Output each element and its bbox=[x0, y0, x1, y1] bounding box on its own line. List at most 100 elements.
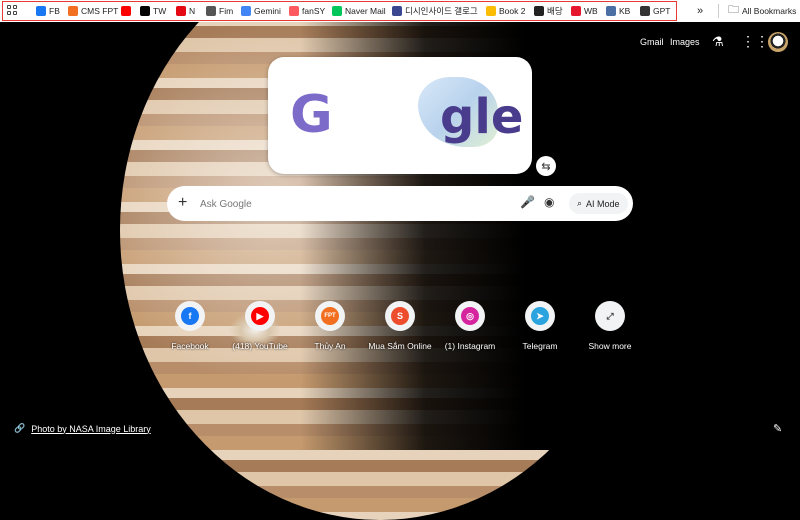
shortcut-icon-circle: ▶ bbox=[245, 301, 275, 331]
shortcut-label: Facebook bbox=[171, 341, 209, 351]
bookmark-label: Gemini bbox=[254, 5, 281, 16]
apps-grid-icon[interactable] bbox=[7, 5, 17, 15]
bookmark-cms-fpt[interactable]: CMS FPT bbox=[68, 2, 118, 19]
add-plus-icon[interactable]: + bbox=[178, 194, 187, 212]
shortcut-tile[interactable]: ◎ (1) Instagram bbox=[435, 301, 505, 351]
gmail-link[interactable]: Gmail bbox=[640, 37, 664, 47]
bookmark-label: N bbox=[189, 5, 196, 16]
bookmark-label: 디시인사이드 갤로그 bbox=[405, 5, 478, 16]
bookmark-label: GPT bbox=[653, 5, 671, 16]
share-doodle-icon[interactable]: ⇆ bbox=[536, 156, 556, 176]
shortcut-label: Mua Sắm Online bbox=[368, 341, 432, 351]
microphone-icon[interactable]: 🎤 bbox=[520, 195, 535, 209]
bookmark-배당[interactable]: 배당 bbox=[534, 2, 563, 19]
globe-icon bbox=[206, 5, 216, 16]
shortcut-label: Telegram bbox=[522, 341, 558, 351]
shortcut-icon-circle: ⤢ bbox=[595, 301, 625, 331]
google-lens-icon[interactable]: ◉ bbox=[544, 195, 554, 209]
bookmark-label: WB bbox=[584, 5, 598, 16]
bookmark-tw[interactable]: TW bbox=[140, 2, 166, 19]
shortcut-icon-circle: f bbox=[175, 301, 205, 331]
shortcut-tile[interactable]: ⤢ Show more bbox=[575, 301, 645, 351]
telegram-icon: ➤ bbox=[531, 307, 549, 325]
bookmark-label: KB bbox=[619, 5, 631, 16]
bookmark-wb[interactable]: WB bbox=[571, 2, 598, 19]
shortcut-icon-circle: S bbox=[385, 301, 415, 331]
weibo-icon bbox=[571, 5, 581, 16]
google-doodle[interactable]: G gle bbox=[268, 57, 532, 174]
shortcut-tile[interactable]: f Facebook bbox=[155, 301, 225, 351]
all-bookmarks-label: All Bookmarks bbox=[742, 5, 797, 16]
ai-search-icon: ⌕ bbox=[577, 198, 583, 208]
shortcut-label: (1) Instagram bbox=[444, 341, 496, 351]
youtube-icon: ▶ bbox=[251, 307, 269, 325]
photo-credit-text: Photo by NASA Image Library bbox=[31, 423, 151, 434]
facebook-icon bbox=[36, 5, 46, 16]
shortcut-icon-circle: ➤ bbox=[525, 301, 555, 331]
bookmark-label: fanSY bbox=[302, 5, 326, 16]
bookmark-gemini[interactable]: Gemini bbox=[241, 2, 281, 19]
shield-icon bbox=[534, 5, 544, 16]
gemini-icon bbox=[241, 5, 251, 16]
bookmark-gpt[interactable]: GPT bbox=[640, 2, 670, 19]
drive-icon bbox=[486, 5, 496, 16]
bookmark-book-2[interactable]: Book 2 bbox=[486, 2, 525, 19]
instagram-icon: ◎ bbox=[461, 307, 479, 325]
bookmark-label: CMS FPT bbox=[81, 5, 119, 16]
bookmark-fansy[interactable]: fanSY bbox=[289, 2, 325, 19]
shortcut-label: (418) YouTube bbox=[232, 341, 288, 351]
shortcut-label: Thủy An bbox=[314, 341, 346, 351]
search-box: + 🎤 ◉ ⌕ AI Mode bbox=[167, 186, 633, 221]
ai-mode-label: AI Mode bbox=[586, 198, 620, 209]
facebook-icon: f bbox=[181, 307, 199, 325]
naver-icon bbox=[332, 5, 342, 16]
fpt-icon: FPT bbox=[321, 307, 339, 325]
bookmark-fb[interactable]: FB bbox=[36, 2, 60, 19]
search-input[interactable] bbox=[198, 195, 482, 214]
all-bookmarks-button[interactable]: 🗀 All Bookmarks bbox=[728, 2, 796, 19]
bookmark-디시인사이드-갤로그[interactable]: 디시인사이드 갤로그 bbox=[392, 2, 478, 19]
customize-pencil-icon[interactable]: ✎ bbox=[773, 422, 782, 435]
account-avatar[interactable] bbox=[768, 32, 788, 52]
bookmark-n[interactable]: N bbox=[176, 2, 195, 19]
youtube-icon bbox=[121, 5, 131, 16]
netflix-icon bbox=[176, 5, 186, 16]
google-apps-icon[interactable]: ⋮⋮ bbox=[741, 33, 769, 50]
bookmark-youtube[interactable] bbox=[121, 2, 131, 19]
folder-icon: 🗀 bbox=[728, 4, 739, 16]
bookmark-label: Naver Mail bbox=[345, 5, 386, 16]
bookmark-label: Fim bbox=[219, 5, 234, 16]
expand-icon: ⤢ bbox=[606, 310, 614, 321]
ai-mode-button[interactable]: ⌕ AI Mode bbox=[569, 193, 628, 214]
openai-icon bbox=[640, 5, 650, 16]
images-link[interactable]: Images bbox=[670, 37, 700, 47]
link-icon: 🔗 bbox=[14, 423, 26, 433]
labs-flask-icon[interactable]: ⚗ bbox=[712, 34, 724, 50]
bookmarks-bar: FB CMS FPT TW N Fim Gemini fanSY Naver Mail 디시인사… bbox=[0, 0, 800, 22]
shortcut-icon-circle: FPT bbox=[315, 301, 345, 331]
bookmark-label: FB bbox=[49, 5, 60, 16]
shortcut-label: Show more bbox=[588, 341, 632, 351]
fansy-icon bbox=[289, 5, 299, 16]
bookmark-fim[interactable]: Fim bbox=[206, 2, 233, 19]
bookmarks-overflow-button[interactable]: » bbox=[697, 2, 703, 19]
shortcut-tile[interactable]: S Mua Sắm Online bbox=[365, 301, 435, 351]
bookmark-naver-mail[interactable]: Naver Mail bbox=[332, 2, 386, 19]
bookmark-label: Book 2 bbox=[499, 5, 526, 16]
bookmark-kb[interactable]: KB bbox=[606, 2, 630, 19]
doodle-letter-g: G bbox=[290, 85, 333, 145]
doodle-letters-gle: gle bbox=[440, 89, 524, 145]
shortcut-tile[interactable]: FPT Thủy An bbox=[295, 301, 365, 351]
photo-credit-link[interactable]: 🔗 Photo by NASA Image Library bbox=[14, 423, 151, 434]
shortcut-icon-circle: ◎ bbox=[455, 301, 485, 331]
bookmark-label: 배당 bbox=[547, 5, 563, 16]
shortcut-tile[interactable]: ▶ (418) YouTube bbox=[225, 301, 295, 351]
dc-icon bbox=[392, 5, 402, 16]
bookmarks-divider bbox=[718, 4, 719, 18]
shortcut-tile[interactable]: ➤ Telegram bbox=[505, 301, 575, 351]
fpt-icon bbox=[68, 5, 78, 16]
shopee-icon: S bbox=[391, 307, 409, 325]
x-icon bbox=[140, 5, 150, 16]
kb-icon bbox=[606, 5, 616, 16]
bookmark-label: TW bbox=[153, 5, 167, 16]
